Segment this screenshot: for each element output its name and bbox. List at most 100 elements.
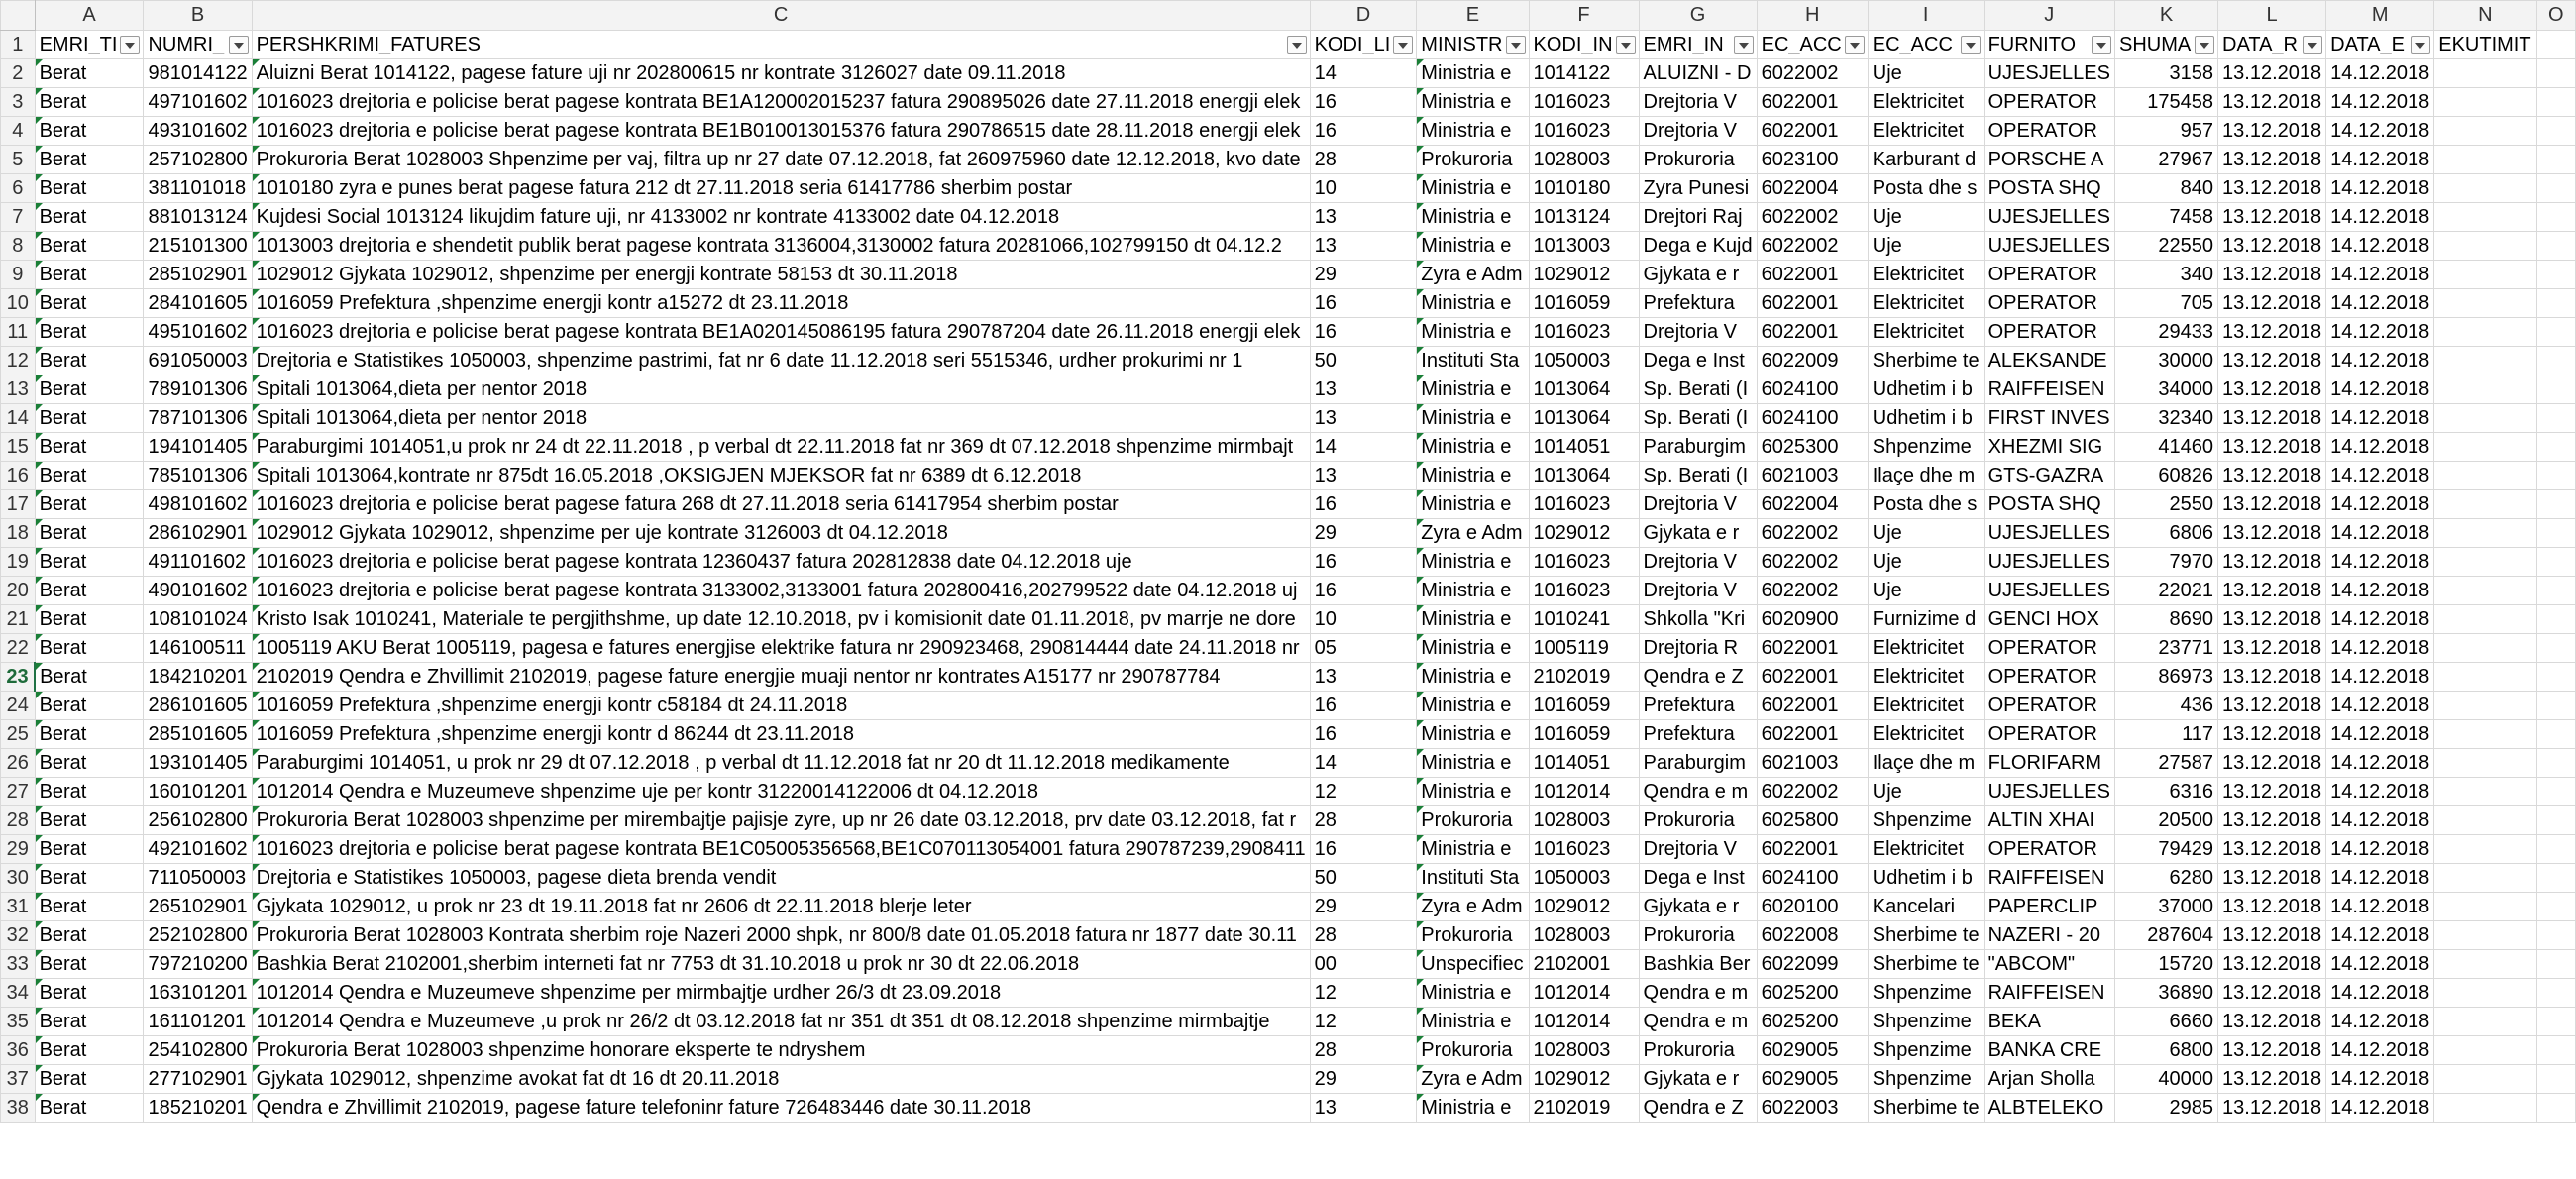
column-header-a[interactable]: A [34, 0, 145, 31]
cell[interactable]: 13.12.2018 [2217, 978, 2327, 1008]
cell[interactable]: Berat [34, 920, 145, 950]
cell[interactable] [2433, 834, 2537, 864]
cell[interactable]: 1016023 drejtoria e policise berat pages… [251, 489, 1311, 519]
cell[interactable]: Berat [34, 87, 145, 117]
cell[interactable]: ALBTELEKO [1983, 1093, 2115, 1123]
cell[interactable]: ALUIZNI - D [1638, 58, 1758, 88]
cell[interactable] [2433, 403, 2537, 433]
cell[interactable] [2433, 892, 2537, 921]
cell[interactable] [2535, 662, 2576, 692]
cell[interactable] [2535, 288, 2576, 318]
cell[interactable] [2535, 87, 2576, 117]
cell[interactable]: 436 [2113, 691, 2219, 720]
cell[interactable]: 50 [1309, 346, 1418, 375]
cell[interactable]: 1014051 [1528, 748, 1640, 778]
cell[interactable] [2433, 489, 2537, 519]
cell[interactable] [2433, 662, 2537, 692]
cell[interactable]: 16 [1309, 288, 1418, 318]
cell[interactable]: 1016023 drejtoria e policise berat pages… [251, 317, 1311, 347]
cell[interactable]: 1016023 [1528, 489, 1640, 519]
cell[interactable] [2535, 58, 2576, 88]
cell[interactable]: 86973 [2113, 662, 2219, 692]
cell[interactable]: Berat [34, 173, 145, 203]
cell[interactable]: 10 [1309, 173, 1418, 203]
cell[interactable]: Udhetim i b [1867, 863, 1985, 893]
cell[interactable]: 13.12.2018 [2217, 346, 2327, 375]
cell[interactable]: 1016059 Prefektura ,shpenzime energji ko… [251, 288, 1311, 318]
cell[interactable]: 14.12.2018 [2325, 834, 2435, 864]
cell[interactable]: "ABCOM" [1983, 949, 2115, 979]
row-header[interactable]: 25 [0, 719, 36, 749]
cell[interactable]: 6024100 [1756, 375, 1869, 404]
cell[interactable] [2433, 805, 2537, 835]
cell[interactable]: Uje [1867, 231, 1985, 261]
cell[interactable]: 265102901 [143, 892, 253, 921]
cell[interactable]: 28 [1309, 1035, 1418, 1065]
cell[interactable]: 1029012 [1528, 518, 1640, 548]
cell[interactable]: Elektricitet [1867, 116, 1985, 146]
cell[interactable]: 13 [1309, 461, 1418, 490]
cell[interactable]: Qendra e Z [1638, 1093, 1758, 1123]
cell[interactable]: 490101602 [143, 576, 253, 605]
row-header[interactable]: 24 [0, 691, 36, 720]
cell[interactable]: 498101602 [143, 489, 253, 519]
cell[interactable]: 691050003 [143, 346, 253, 375]
cell[interactable]: Prokuroria Berat 1028003 Shpenzime per v… [251, 145, 1311, 174]
cell[interactable] [2433, 87, 2537, 117]
cell[interactable]: Spitali 1013064,dieta per nentor 2018 [251, 403, 1311, 433]
cell[interactable]: 14.12.2018 [2325, 1064, 2435, 1094]
cell[interactable]: 16 [1309, 547, 1418, 577]
cell[interactable]: 1013064 [1528, 403, 1640, 433]
cell[interactable]: 13.12.2018 [2217, 863, 2327, 893]
cell[interactable]: Spitali 1013064,kontrate nr 875dt 16.05.… [251, 461, 1311, 490]
cell[interactable]: POSTA SHQ [1983, 173, 2115, 203]
cell[interactable]: Drejtoria R [1638, 633, 1758, 663]
row-header[interactable]: 1 [0, 30, 36, 59]
cell[interactable]: Sherbime te [1867, 949, 1985, 979]
cell[interactable] [2535, 1064, 2576, 1094]
cell[interactable]: OPERATOR [1983, 116, 2115, 146]
cell[interactable]: 13.12.2018 [2217, 403, 2327, 433]
cell[interactable] [2433, 978, 2537, 1008]
row-header[interactable]: 28 [0, 805, 36, 835]
cell[interactable]: 36890 [2113, 978, 2219, 1008]
cell[interactable]: 13.12.2018 [2217, 260, 2327, 289]
cell[interactable]: 1016023 [1528, 87, 1640, 117]
cell[interactable]: 14.12.2018 [2325, 432, 2435, 462]
cell[interactable]: Furnizime d [1867, 604, 1985, 634]
cell[interactable]: 14.12.2018 [2325, 691, 2435, 720]
cell[interactable]: Prokuroria [1638, 145, 1758, 174]
cell[interactable] [2535, 949, 2576, 979]
cell[interactable]: Udhetim i b [1867, 403, 1985, 433]
cell[interactable]: 1005119 AKU Berat 1005119, pagesa e fatu… [251, 633, 1311, 663]
filter-dropdown-icon[interactable] [1505, 36, 1526, 54]
cell[interactable]: Ministria e [1416, 748, 1530, 778]
row-header[interactable]: 5 [0, 145, 36, 174]
column-header-h[interactable]: H [1756, 0, 1869, 31]
cell[interactable]: Zyra e Adm [1416, 892, 1530, 921]
cell[interactable] [2433, 518, 2537, 548]
cell[interactable]: 6029005 [1756, 1064, 1869, 1094]
cell[interactable]: Berat [34, 518, 145, 548]
cell[interactable]: 13.12.2018 [2217, 173, 2327, 203]
cell[interactable]: 10 [1309, 604, 1418, 634]
cell[interactable]: UJESJELLES [1983, 518, 2115, 548]
cell[interactable]: 1016059 [1528, 719, 1640, 749]
cell[interactable]: XHEZMI SIG [1983, 432, 2115, 462]
cell[interactable]: Paraburgimi 1014051, u prok nr 29 dt 07.… [251, 748, 1311, 778]
cell[interactable]: 14.12.2018 [2325, 1093, 2435, 1123]
cell[interactable]: 7458 [2113, 202, 2219, 232]
cell[interactable]: Prokuroria [1416, 1035, 1530, 1065]
cell[interactable]: 05 [1309, 633, 1418, 663]
cell[interactable]: Gjykata e r [1638, 260, 1758, 289]
cell[interactable]: 20500 [2113, 805, 2219, 835]
cell[interactable]: 14.12.2018 [2325, 403, 2435, 433]
cell[interactable]: Ministria e [1416, 547, 1530, 577]
cell[interactable]: 13.12.2018 [2217, 1093, 2327, 1123]
cell[interactable]: Prokuroria [1416, 145, 1530, 174]
cell[interactable]: 6022001 [1756, 662, 1869, 692]
cell[interactable] [2535, 260, 2576, 289]
cell[interactable]: 6022001 [1756, 317, 1869, 347]
cell[interactable]: Ministria e [1416, 202, 1530, 232]
cell[interactable]: Zyra e Adm [1416, 518, 1530, 548]
